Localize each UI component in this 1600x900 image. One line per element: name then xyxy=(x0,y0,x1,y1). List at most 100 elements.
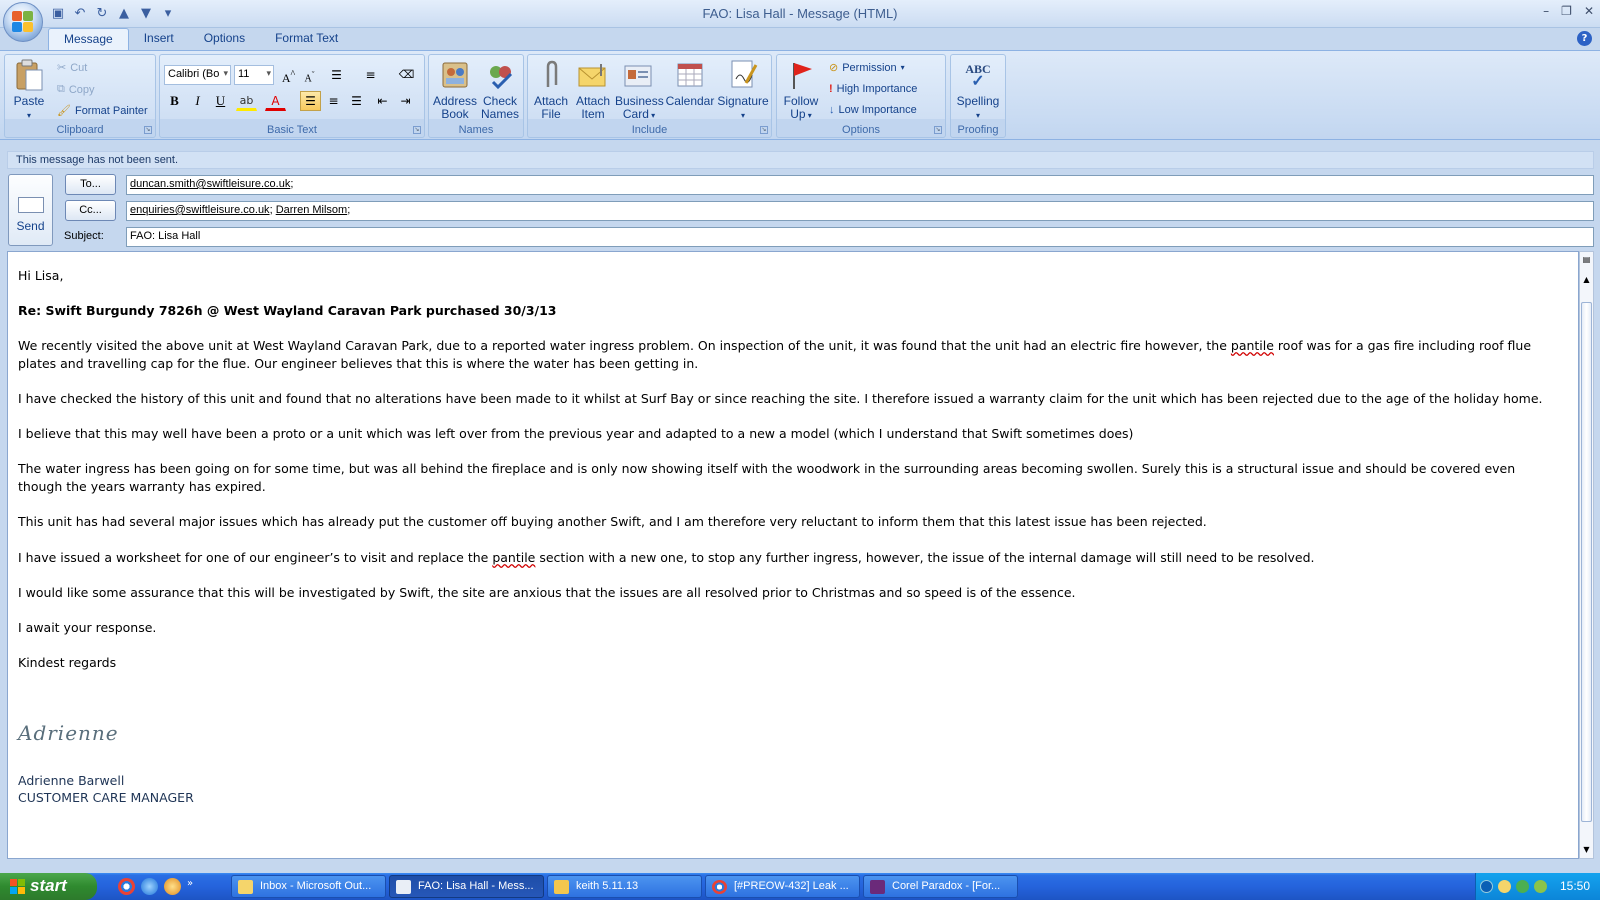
paintbrush-icon: 🖌 xyxy=(57,105,71,117)
business-card-label-line2: Card xyxy=(622,107,649,121)
low-importance-button[interactable]: ↓ Low Importance xyxy=(829,104,917,116)
clock: 15:50 xyxy=(1559,879,1590,893)
taskbar-item-paradox[interactable]: Corel Paradox - [For... xyxy=(863,875,1018,898)
tray-status-icon[interactable] xyxy=(1534,880,1547,893)
internet-explorer-icon[interactable] xyxy=(141,878,158,895)
font-family-select[interactable]: Calibri (Bo xyxy=(164,65,231,85)
calendar-button[interactable]: Calendar xyxy=(665,59,715,108)
options-dialog-launcher-icon[interactable]: ↘ xyxy=(934,126,942,134)
paste-dropdown-icon: ▾ xyxy=(26,111,31,120)
taskbar-item-browser[interactable]: [#PREOW-432] Leak ... xyxy=(705,875,860,898)
paragraph-6-part-a: I have issued a worksheet for one of our… xyxy=(18,550,493,565)
clear-formatting-icon[interactable]: ⌫ xyxy=(396,65,417,85)
tab-options[interactable]: Options xyxy=(189,28,260,51)
cc-recipient[interactable]: enquiries@swiftleisure.co.uk xyxy=(130,204,270,216)
address-book-button[interactable]: Address Book xyxy=(433,59,477,121)
close-button[interactable]: ✕ xyxy=(1584,4,1594,18)
italic-button[interactable]: I xyxy=(187,91,208,111)
calendar-icon xyxy=(674,59,706,91)
tab-message[interactable]: Message xyxy=(48,28,129,51)
business-card-icon xyxy=(623,59,655,91)
increase-indent-icon[interactable]: ⇥ xyxy=(395,91,416,111)
tray-network-icon[interactable] xyxy=(1516,880,1529,893)
to-recipient[interactable]: duncan.smith@swiftleisure.co.uk xyxy=(130,178,290,190)
cut-button[interactable]: ✂ Cut xyxy=(57,61,87,75)
cc-button[interactable]: Cc... xyxy=(65,200,116,221)
ruler-toggle-icon[interactable]: ▤ xyxy=(1581,254,1592,266)
tab-insert[interactable]: Insert xyxy=(129,28,189,51)
outlook-icon[interactable] xyxy=(164,878,181,895)
taskbar: start » Inbox - Microsoft Out... FAO: Li… xyxy=(0,873,1600,900)
permission-button[interactable]: ⊘ Permission ▾ xyxy=(829,61,905,75)
chrome-icon xyxy=(712,880,727,894)
attach-item-button[interactable]: Attach Item xyxy=(573,59,613,121)
follow-up-label-line2: Up xyxy=(790,107,806,121)
folder-icon xyxy=(554,880,569,894)
business-card-dropdown-icon: ▾ xyxy=(648,111,656,120)
check-names-button[interactable]: Check Names xyxy=(479,59,521,121)
follow-up-button[interactable]: Follow Up ▾ xyxy=(781,59,821,122)
permission-icon: ⊘ xyxy=(829,62,839,74)
font-color-button[interactable]: A xyxy=(265,91,286,111)
bold-button[interactable]: B xyxy=(164,91,185,111)
shrink-font-icon[interactable]: Aˇ xyxy=(299,65,320,85)
signature-button[interactable]: Signature ▾ xyxy=(717,59,769,122)
attach-file-button[interactable]: Attach File xyxy=(532,59,570,121)
decrease-indent-icon[interactable]: ⇤ xyxy=(372,91,393,111)
quick-launch-overflow-icon[interactable]: » xyxy=(187,878,197,895)
align-left-icon[interactable]: ☰ xyxy=(300,91,321,111)
misspelled-word[interactable]: pantile xyxy=(1231,338,1274,353)
include-dialog-launcher-icon[interactable]: ↘ xyxy=(760,126,768,134)
restore-button[interactable]: ❐ xyxy=(1561,4,1572,18)
paste-button[interactable]: Paste ▾ xyxy=(11,59,47,122)
taskbar-item-inbox[interactable]: Inbox - Microsoft Out... xyxy=(231,875,386,898)
numbering-icon[interactable]: ≡ xyxy=(360,65,381,85)
check-names-label-line1: Check xyxy=(482,94,517,108)
clipboard-dialog-launcher-icon[interactable]: ↘ xyxy=(144,126,152,134)
paragraph-1: We recently visited the above unit at We… xyxy=(18,337,1563,373)
help-icon[interactable]: ? xyxy=(1577,31,1592,46)
business-card-button[interactable]: Business Card ▾ xyxy=(615,59,664,122)
align-right-icon[interactable]: ☰ xyxy=(346,91,367,111)
check-names-icon xyxy=(484,59,516,91)
subject-field[interactable]: FAO: Lisa Hall xyxy=(126,227,1594,247)
minimize-button[interactable]: – xyxy=(1543,4,1549,18)
scroll-up-icon[interactable]: ▲ xyxy=(1581,274,1592,286)
cc-recipient[interactable]: Darren Milsom xyxy=(276,204,348,216)
proofing-group-label: Proofing xyxy=(957,124,999,136)
tray-expand-icon[interactable] xyxy=(1480,880,1493,893)
closing: Kindest regards xyxy=(18,655,117,670)
vertical-scrollbar[interactable]: ▤ ▲ ▼ xyxy=(1579,251,1594,859)
to-button[interactable]: To... xyxy=(65,174,116,195)
misspelled-word[interactable]: pantile xyxy=(492,550,535,565)
bullets-icon[interactable]: ☰ xyxy=(326,65,347,85)
to-field[interactable]: duncan.smith@swiftleisure.co.uk; xyxy=(126,175,1594,195)
send-button[interactable]: Send xyxy=(8,174,53,246)
basic-text-dialog-launcher-icon[interactable]: ↘ xyxy=(413,126,421,134)
proofing-group: ABC ✓ Spelling ▾ Proofing xyxy=(950,54,1006,138)
align-center-icon[interactable]: ≡ xyxy=(323,91,344,111)
high-importance-button[interactable]: ! High Importance xyxy=(829,83,917,95)
copy-button[interactable]: ⧉ Copy xyxy=(57,83,95,96)
message-body[interactable]: Hi Lisa, Re: Swift Burgundy 7826h @ West… xyxy=(7,251,1579,859)
office-button[interactable] xyxy=(3,2,43,42)
spelling-button[interactable]: ABC ✓ Spelling ▾ xyxy=(953,59,1003,122)
grow-font-icon[interactable]: A^ xyxy=(278,65,299,85)
tab-format-text[interactable]: Format Text xyxy=(260,28,353,51)
start-button[interactable]: start xyxy=(0,873,97,900)
underline-button[interactable]: U xyxy=(210,91,231,111)
cc-separator: ; xyxy=(347,204,351,216)
scroll-thumb[interactable] xyxy=(1581,302,1592,822)
taskbar-item-message[interactable]: FAO: Lisa Hall - Mess... xyxy=(389,875,544,898)
paragraph-6: I have issued a worksheet for one of our… xyxy=(18,549,1563,567)
window-controls: – ❐ ✕ xyxy=(1543,4,1594,18)
scroll-down-icon[interactable]: ▼ xyxy=(1581,844,1592,856)
paragraph-6-part-b: section with a new one, to stop any furt… xyxy=(535,550,1315,565)
format-painter-button[interactable]: 🖌 Format Painter xyxy=(57,104,148,118)
taskbar-item-folder[interactable]: keith 5.11.13 xyxy=(547,875,702,898)
chrome-icon[interactable] xyxy=(118,878,135,895)
highlight-icon[interactable]: ab xyxy=(236,91,257,111)
cc-field[interactable]: enquiries@swiftleisure.co.uk; Darren Mil… xyxy=(126,201,1594,221)
tray-outlook-icon[interactable] xyxy=(1498,880,1511,893)
font-size-select[interactable]: 11 xyxy=(234,65,274,85)
